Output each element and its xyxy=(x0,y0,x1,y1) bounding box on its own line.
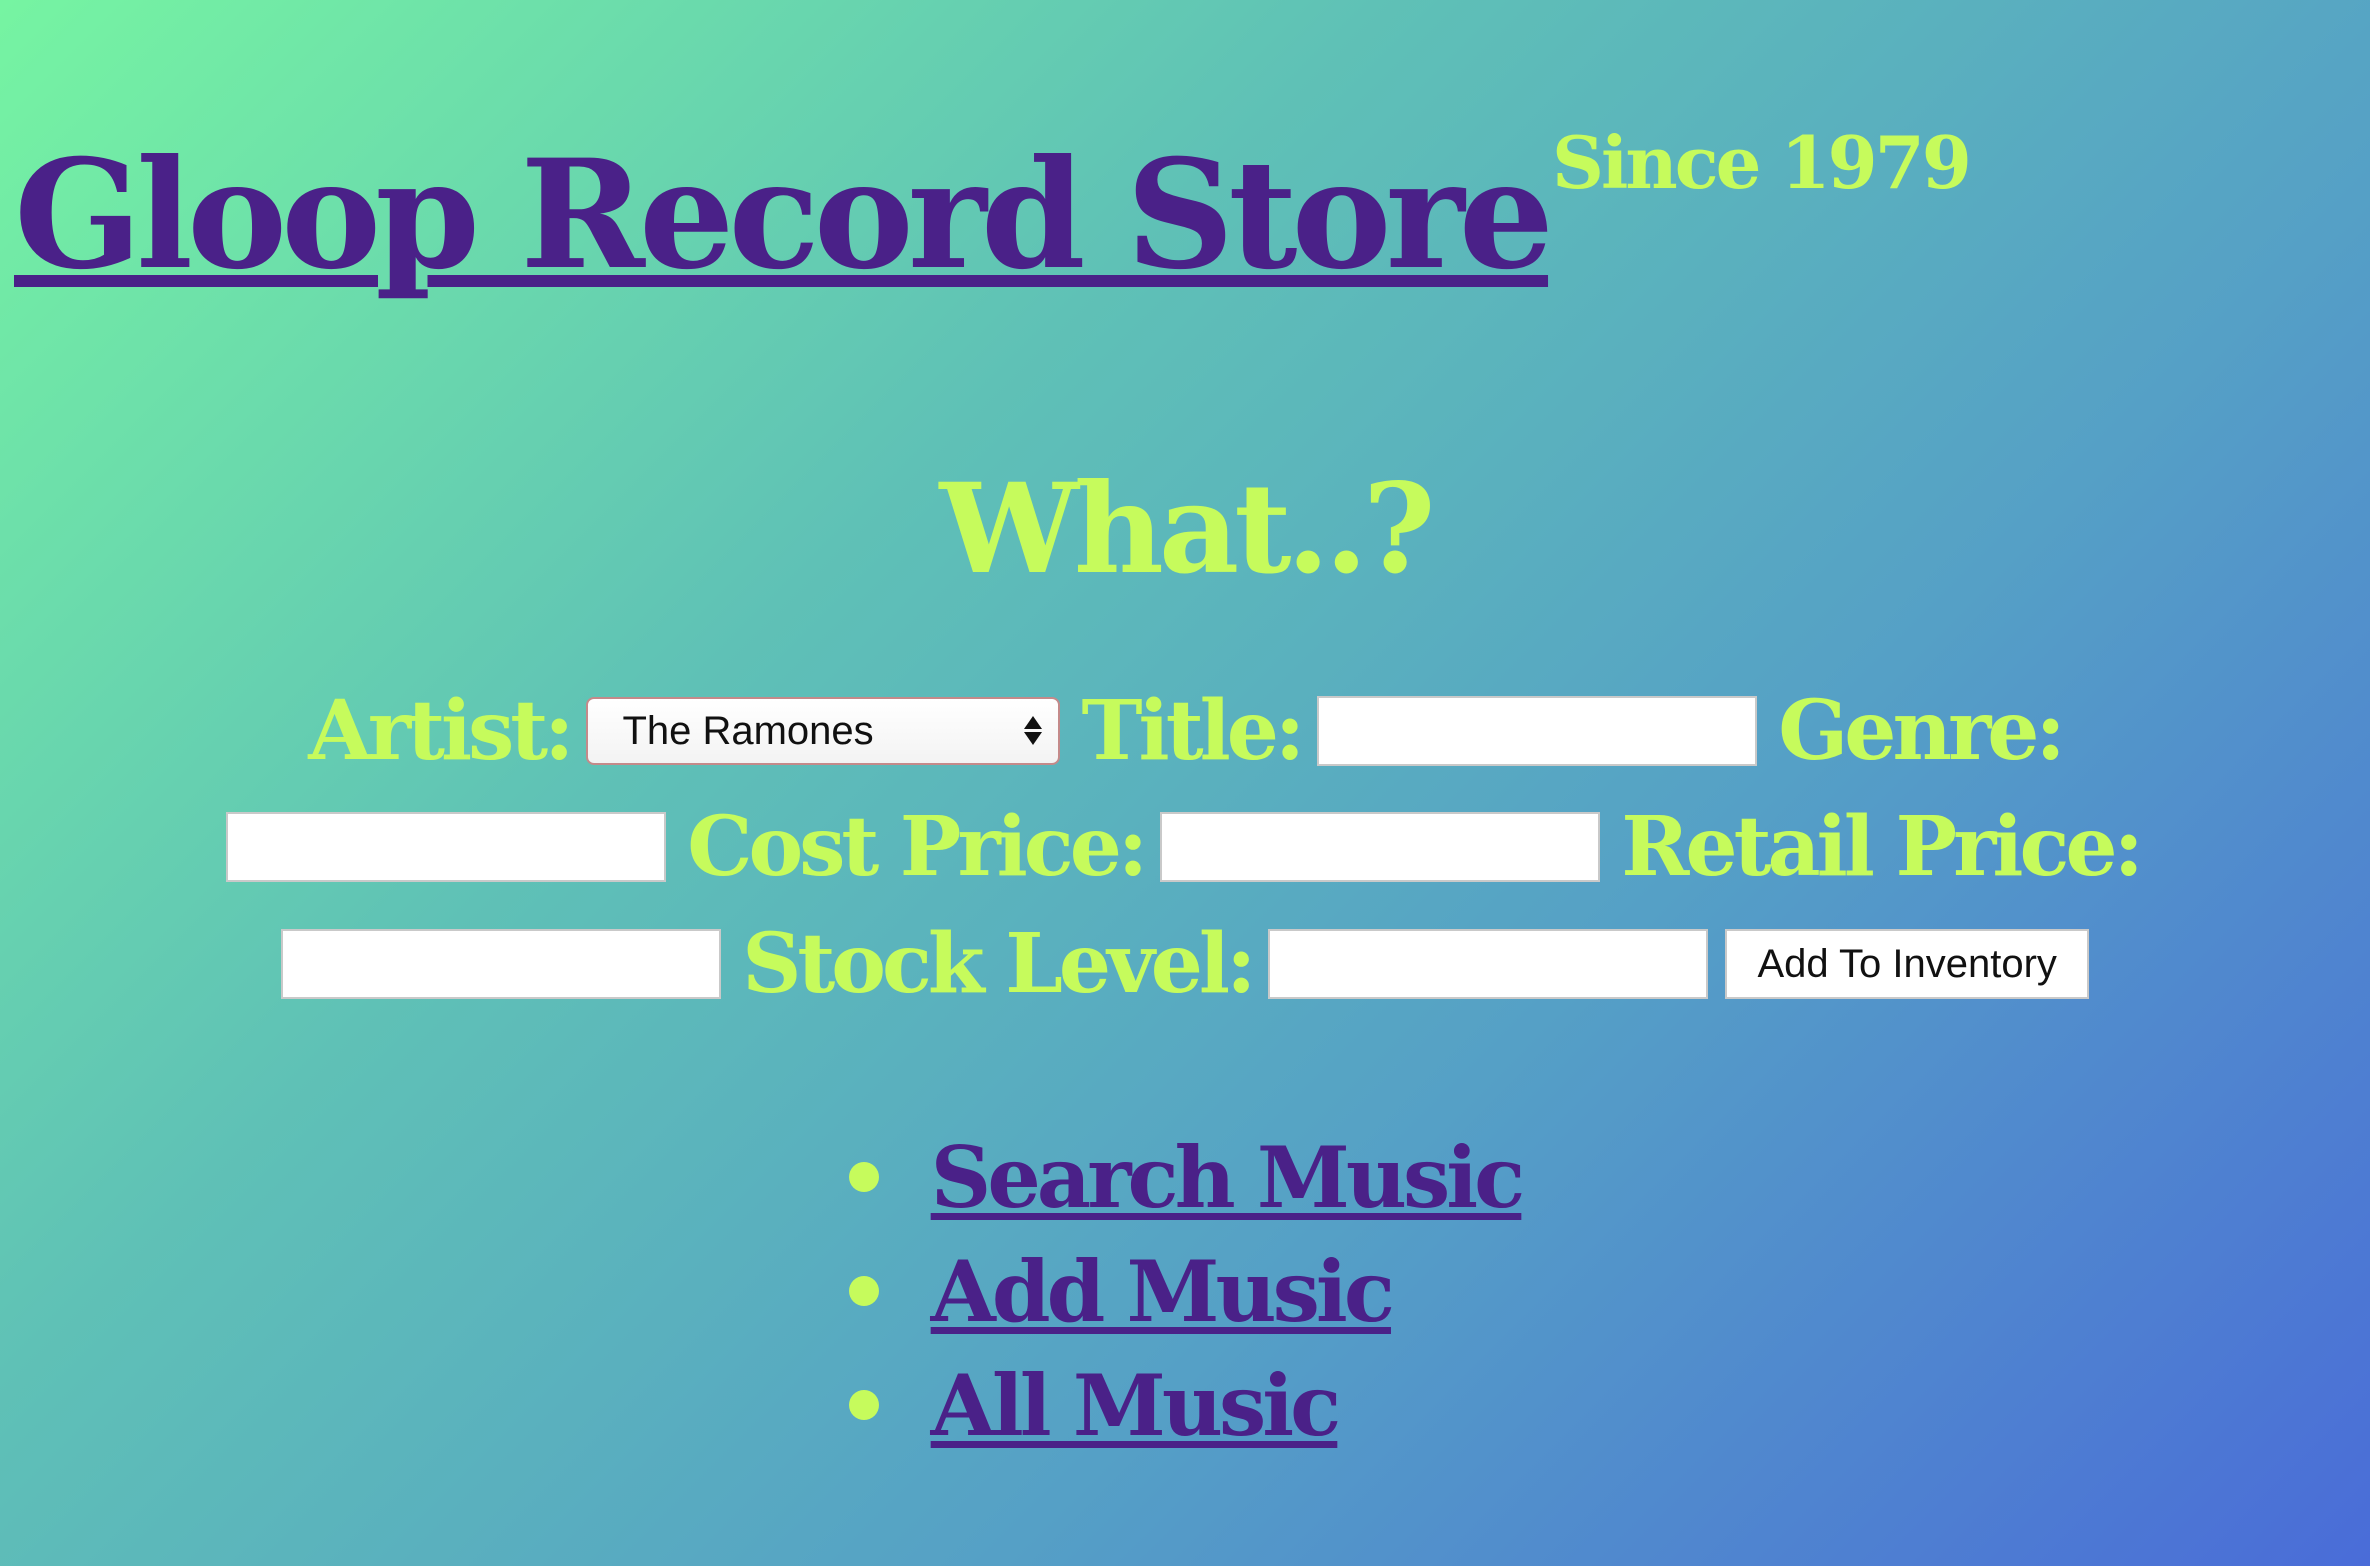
bullet-icon xyxy=(848,1390,879,1420)
bullet-icon xyxy=(848,1276,879,1306)
stock-level-input[interactable] xyxy=(1268,928,1709,999)
nav-item-all-music: All Music xyxy=(848,1348,1522,1462)
genre-input[interactable] xyxy=(226,812,667,882)
title-label: Title: xyxy=(1081,682,1306,779)
cost-price-input[interactable] xyxy=(1160,812,1601,882)
cost-price-label: Cost Price: xyxy=(687,799,1148,895)
retail-price-input[interactable] xyxy=(281,928,722,999)
retail-price-label: Retail Price: xyxy=(1621,799,2144,895)
add-to-inventory-button[interactable]: Add To Inventory xyxy=(1725,928,2089,999)
artist-select[interactable]: The Ramones xyxy=(586,696,1061,765)
page-heading: What..? xyxy=(939,457,1435,602)
bullet-icon xyxy=(848,1162,879,1192)
site-header: Gloop Record StoreSince 1979 xyxy=(14,120,1972,290)
title-input[interactable] xyxy=(1317,695,1758,766)
store-title-link[interactable]: Gloop Record Store xyxy=(14,140,1554,290)
stock-level-label: Stock Level: xyxy=(742,915,1256,1012)
since-tagline: Since 1979 xyxy=(1552,120,1972,205)
nav-item-add-music: Add Music xyxy=(848,1234,1522,1348)
all-music-link[interactable]: All Music xyxy=(931,1356,1342,1455)
search-music-link[interactable]: Search Music xyxy=(931,1128,1526,1227)
nav-item-search-music: Search Music xyxy=(848,1120,1526,1234)
nav-menu: Search Music Add Music All Music xyxy=(0,1120,2370,1462)
add-music-form: Artist: The Ramones Title: Genre: Cost Pr… xyxy=(90,672,2280,1022)
genre-label: Genre: xyxy=(1778,682,2065,779)
artist-select-value: The Ramones xyxy=(622,708,874,753)
select-arrows-icon xyxy=(1024,699,1043,763)
add-music-link[interactable]: Add Music xyxy=(931,1242,1395,1341)
artist-label: Artist: xyxy=(308,682,574,779)
nav-list: Search Music Add Music All Music xyxy=(848,1120,1526,1462)
